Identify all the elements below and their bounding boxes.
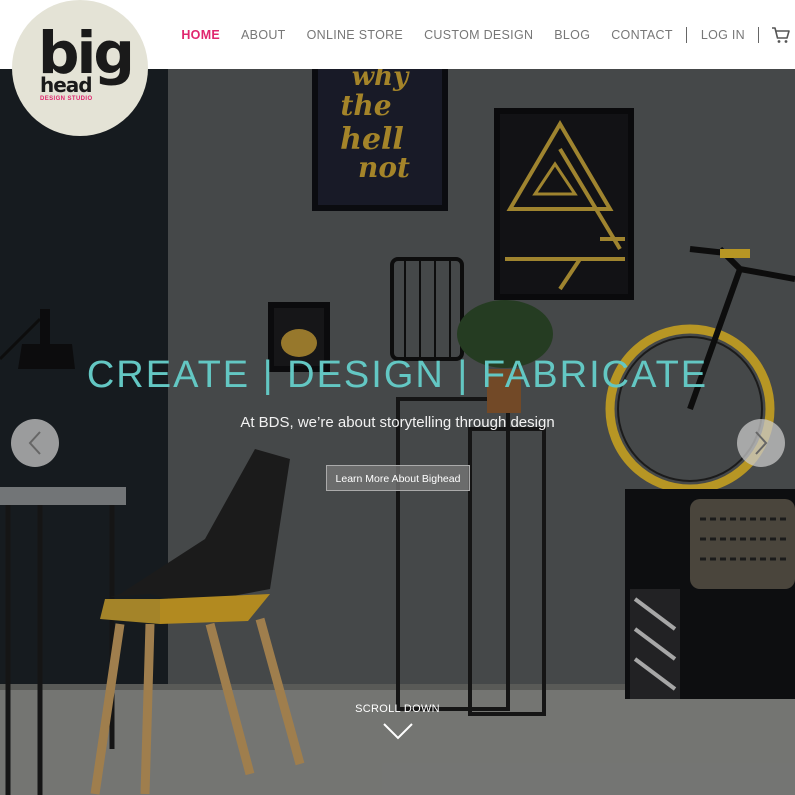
nav-about[interactable]: ABOUT bbox=[241, 28, 286, 42]
nav-contact[interactable]: CONTACT bbox=[611, 28, 673, 42]
nav-blog[interactable]: BLOG bbox=[554, 28, 590, 42]
nav-divider bbox=[758, 26, 759, 43]
logo-wordmark-head: head bbox=[40, 73, 93, 97]
slider-prev-button[interactable] bbox=[11, 419, 59, 467]
nav-login[interactable]: LOG IN bbox=[701, 28, 745, 42]
hero-tagline: At BDS, we’re about storytelling through… bbox=[240, 414, 555, 431]
main-nav: HOME ABOUT ONLINE STORE CUSTOM DESIGN BL… bbox=[160, 0, 795, 69]
hero-slider: why the hell not CREATE | DESIGN | FABRI… bbox=[0, 69, 795, 795]
slider-next-button[interactable] bbox=[737, 419, 785, 467]
logo-tagline: DESIGN STUDIO bbox=[40, 96, 93, 102]
hero-headline: CREATE | DESIGN | FABRICATE bbox=[86, 354, 709, 396]
chevron-right-icon bbox=[755, 431, 768, 455]
nav-divider bbox=[685, 26, 687, 43]
learn-more-button[interactable]: Learn More About Bighead bbox=[326, 465, 470, 491]
nav-online-store[interactable]: ONLINE STORE bbox=[307, 28, 403, 42]
cart-icon[interactable] bbox=[771, 25, 791, 45]
hero-overlay bbox=[0, 69, 795, 795]
chevron-left-icon bbox=[28, 431, 41, 455]
chevron-down-icon[interactable] bbox=[382, 722, 414, 740]
nav-home[interactable]: HOME bbox=[181, 28, 220, 42]
scroll-down-label[interactable]: SCROLL DOWN bbox=[0, 703, 795, 715]
nav-custom-design[interactable]: CUSTOM DESIGN bbox=[424, 28, 533, 42]
site-logo[interactable]: big head DESIGN STUDIO bbox=[12, 0, 148, 136]
